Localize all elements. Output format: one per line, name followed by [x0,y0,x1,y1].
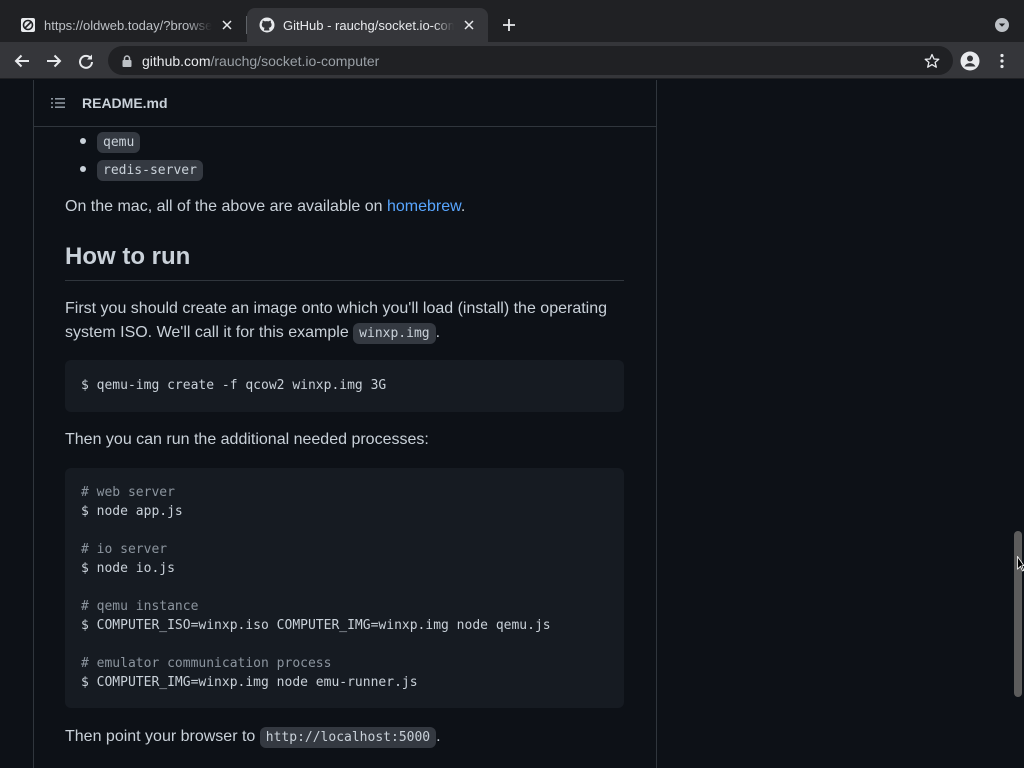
profile-avatar-icon[interactable] [958,49,982,73]
inline-code: http://localhost:5000 [259,727,437,748]
inline-code: winxp.img [353,323,436,344]
tab-search-icon[interactable] [992,15,1012,35]
readme-filename: README.md [82,95,168,111]
chrome-menu-icon[interactable] [992,49,1012,73]
paragraph-text: . [436,728,441,745]
code-comment: # qemu instance [81,599,199,614]
page-content: README.md qemu redis-server On the mac, … [0,80,1024,768]
inline-code: qemu [97,131,141,153]
forward-icon[interactable] [41,48,67,74]
inline-code: redis-server [97,159,203,181]
paragraph-text: . [460,198,466,215]
dependency-list: qemu redis-server [63,128,203,184]
run-paragraph: Then you can run the additional needed p… [65,431,429,448]
code-line: $ node app.js [81,504,183,519]
table-of-contents-icon[interactable] [50,95,66,111]
code-block[interactable]: # web server $ node app.js # io server $… [65,468,624,708]
lock-icon[interactable] [120,54,134,68]
point-paragraph: Then point your browser to http://localh… [65,725,630,750]
mac-paragraph: On the mac, all of the above are availab… [65,195,630,219]
code-comment: # io server [81,542,168,557]
list-item: qemu [63,128,203,156]
back-icon[interactable] [9,48,35,74]
tab-strip: https://oldweb.today/?browser GitHub - r… [0,0,1024,42]
reload-icon[interactable] [73,48,99,74]
code-comment: # emulator communication process [81,656,332,671]
tab-title: https://oldweb.today/?browser [44,17,212,33]
code-block[interactable]: $ qemu-img create -f qcow2 winxp.img 3G [65,360,624,412]
readme-header: README.md [34,80,656,127]
bookmark-star-icon[interactable] [923,52,941,70]
code-line: $ qemu-img create -f qcow2 winxp.img 3G [81,378,387,393]
heading-divider [65,280,624,281]
paragraph-text: Then point your browser to [65,728,260,745]
code-line: $ COMPUTER_ISO=winxp.iso COMPUTER_IMG=wi… [81,618,551,633]
address-bar[interactable]: github.com/rauchg/socket.io-computer [108,46,953,75]
homebrew-link[interactable]: homebrew [387,198,461,215]
intro-paragraph: First you should create an image onto wh… [65,297,627,346]
mouse-cursor-icon [1017,555,1024,572]
browser-toolbar: github.com/rauchg/socket.io-computer [0,42,1024,79]
tab-github[interactable]: GitHub - rauchg/socket.io-com [247,8,488,42]
close-tab-icon[interactable] [218,16,236,34]
section-heading: How to run [65,243,191,270]
paragraph-text: On the mac, all of the above are availab… [65,198,387,215]
paragraph-text: . [435,324,441,341]
paragraph-text: First you should create an image onto wh… [65,300,608,341]
url-path: /rauchg/socket.io-computer [210,52,380,69]
list-item: redis-server [63,156,203,184]
code-line: $ node io.js [81,561,175,576]
code-comment: # web server [81,485,175,500]
tab-title: GitHub - rauchg/socket.io-com [283,17,454,33]
url-host: github.com [142,52,211,69]
close-tab-icon[interactable] [460,16,478,34]
new-tab-icon[interactable] [497,13,521,37]
oldweb-favicon-icon [20,17,36,33]
github-icon [259,17,275,33]
code-line: $ COMPUTER_IMG=winxp.img node emu-runner… [81,675,418,690]
tab-oldweb[interactable]: https://oldweb.today/?browser [8,8,246,42]
